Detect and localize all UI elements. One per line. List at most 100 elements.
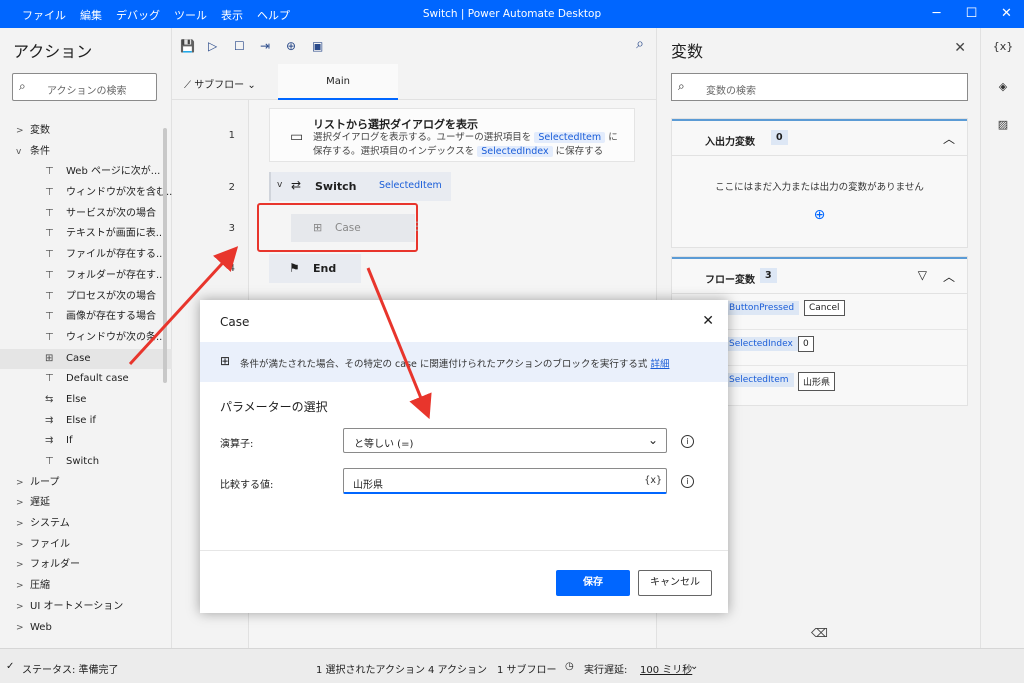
find-icon[interactable]: ⌕: [636, 36, 644, 52]
variable-picker-button[interactable]: {x}: [644, 475, 662, 486]
action-icon: ⊤: [45, 228, 54, 240]
actions-scrollbar[interactable]: [163, 128, 167, 383]
maximize-button[interactable]: ☐: [954, 0, 989, 28]
tree-action[interactable]: ⊤ ウィンドウが次の条...: [0, 328, 172, 349]
eraser-icon[interactable]: ⌫: [811, 626, 828, 640]
step-case-ghost[interactable]: ⊞ Case ⋮: [291, 214, 423, 242]
save-icon[interactable]: 💾: [180, 39, 195, 53]
cancel-button[interactable]: キャンセル: [638, 570, 712, 596]
switch-icon: ⇄: [291, 178, 302, 192]
chevron-up-icon[interactable]: ︿: [943, 130, 955, 147]
tree-action[interactable]: ⊤ ウィンドウが次を含む...: [0, 183, 172, 204]
tree-category[interactable]: > システム: [0, 514, 172, 535]
tree-action[interactable]: ⇉ If: [0, 431, 172, 452]
dialog-footer: 保存 キャンセル: [200, 550, 728, 613]
actions-title: アクション: [13, 42, 93, 61]
tree-action[interactable]: ⊤ フォルダーが存在す...: [0, 266, 172, 287]
tree-action[interactable]: ⊤ Switch: [0, 452, 172, 473]
action-icon: ⊞: [45, 352, 54, 364]
search-icon: ⌕: [678, 79, 685, 93]
flow-count-badge: 3: [760, 268, 777, 283]
tree-label: If: [66, 435, 73, 447]
tree-category[interactable]: > フォルダー: [0, 555, 172, 576]
tree-action[interactable]: ⊤ テキストが画面に表...: [0, 224, 172, 245]
tree-category[interactable]: > 遅延: [0, 493, 172, 514]
tree-category[interactable]: > Web: [0, 618, 172, 639]
subflow-dropdown[interactable]: ⟋ サブフロー ⌄: [184, 76, 256, 91]
tree-action[interactable]: ⊞ Case: [0, 348, 172, 370]
tree-label: UI オートメーション: [30, 600, 124, 612]
step-switch[interactable]: v ⇄ Switch SelectedItem: [269, 172, 451, 201]
status-bar: ✓ ステータス: 準備完了 1 選択されたアクション 4 アクション 1 サブフ…: [0, 648, 1024, 683]
chevron-right-icon: >: [16, 498, 24, 509]
tree-category[interactable]: > 圧縮: [0, 576, 172, 597]
chevron-right-icon: >: [16, 539, 24, 550]
close-window-button[interactable]: ✕: [989, 0, 1024, 28]
io-empty-text: ここにはまだ入力または出力の変数がありません: [715, 182, 924, 193]
tree-category[interactable]: > ループ: [0, 473, 172, 494]
action-icon: ⊤: [45, 269, 54, 281]
tree-category[interactable]: > 変数: [0, 121, 172, 142]
chevron-down-icon[interactable]: ⌄: [690, 661, 698, 672]
dialog-title: Case: [220, 315, 250, 329]
filter-icon[interactable]: ▽: [918, 268, 927, 282]
close-icon[interactable]: ✕: [954, 40, 966, 56]
io-count-badge: 0: [771, 130, 788, 145]
actions-search-input[interactable]: ⌕ アクションの検索: [12, 73, 157, 101]
case-dialog: Case ✕ ⊞ 条件が満たされた場合、その特定の case に関連付けられたア…: [200, 300, 728, 613]
tree-action[interactable]: ⊤ Default case: [0, 369, 172, 390]
tree-label: ファイルが存在する...: [66, 249, 166, 261]
drag-handle-icon[interactable]: ⋮: [411, 219, 423, 233]
tree-label: Case: [66, 352, 91, 364]
tree-action[interactable]: ⊤ プロセスが次の場合: [0, 287, 172, 308]
desktop-recorder-icon[interactable]: ▣: [312, 39, 323, 53]
step-list-dialog[interactable]: ▭ リストから選択ダイアログを表示 選択ダイアログを表示する。ユーザーの選択項目…: [269, 108, 635, 162]
tree-action[interactable]: ⊤ サービスが次の場合: [0, 204, 172, 225]
tree-label: ウィンドウが次を含む...: [66, 187, 172, 199]
operator-select[interactable]: と等しい (=) ⌄: [343, 428, 667, 453]
info-icon[interactable]: i: [681, 475, 694, 488]
tree-category[interactable]: > ファイル: [0, 535, 172, 556]
run-icon[interactable]: ▷: [208, 39, 217, 53]
details-link[interactable]: 詳細: [650, 359, 669, 370]
tab-main[interactable]: Main: [278, 64, 398, 100]
close-icon[interactable]: ✕: [702, 313, 714, 329]
dialog-info-bar: ⊞ 条件が満たされた場合、その特定の case に関連付けられたアクションのブロ…: [200, 342, 728, 382]
web-recorder-icon[interactable]: ⊕: [286, 39, 296, 53]
tree-action[interactable]: ⇆ Else: [0, 390, 172, 411]
minimize-button[interactable]: ─: [919, 0, 954, 28]
stop-icon[interactable]: ☐: [234, 39, 245, 53]
delay-value[interactable]: 100 ミリ秒: [640, 661, 692, 676]
editor-toolbar: 💾 ▷ ☐ ⇥ ⊕ ▣ ⌕: [172, 28, 656, 64]
tree-action[interactable]: ⊤ Web ページに次が...: [0, 162, 172, 183]
action-icon: ⊤: [45, 207, 54, 219]
tree-category[interactable]: > UI オートメーション: [0, 597, 172, 618]
variables-pane-icon[interactable]: {x}: [981, 40, 1024, 53]
tree-label: Else if: [66, 414, 96, 426]
line-number: 3: [228, 223, 235, 234]
tree-action[interactable]: ⊤ ファイルが存在する...: [0, 245, 172, 266]
save-button[interactable]: 保存: [556, 570, 630, 596]
variables-title: 変数: [671, 42, 704, 61]
action-icon: ⊤: [45, 331, 54, 343]
step-title: End: [313, 262, 337, 275]
tree-category[interactable]: v 条件: [0, 142, 172, 163]
image-icon[interactable]: ▨: [981, 118, 1024, 131]
action-icon: ⇆: [45, 393, 54, 405]
tree-action[interactable]: ⇉ Else if: [0, 411, 172, 432]
layers-icon[interactable]: ◈: [981, 80, 1024, 93]
chevron-up-icon[interactable]: ︿: [943, 268, 955, 285]
message-icon: ▭: [290, 129, 304, 145]
collapse-chevron-icon[interactable]: v: [277, 180, 282, 190]
step-icon[interactable]: ⇥: [260, 39, 270, 53]
info-icon[interactable]: i: [681, 435, 694, 448]
line-number: 4: [228, 263, 235, 274]
compare-value-input[interactable]: 山形県 {x}: [343, 468, 667, 494]
step-end[interactable]: ⚑ End: [269, 254, 361, 283]
step-description: 選択ダイアログを表示する。ユーザーの選択項目を SelectedItem に保存…: [313, 132, 618, 157]
tree-label: プロセスが次の場合: [66, 290, 156, 302]
tree-action[interactable]: ⊤ 画像が存在する場合: [0, 307, 172, 328]
variables-search-input[interactable]: ⌕ 変数の検索: [671, 73, 968, 101]
action-icon: ⊤: [45, 311, 54, 323]
add-variable-icon[interactable]: ⊕: [672, 207, 967, 223]
